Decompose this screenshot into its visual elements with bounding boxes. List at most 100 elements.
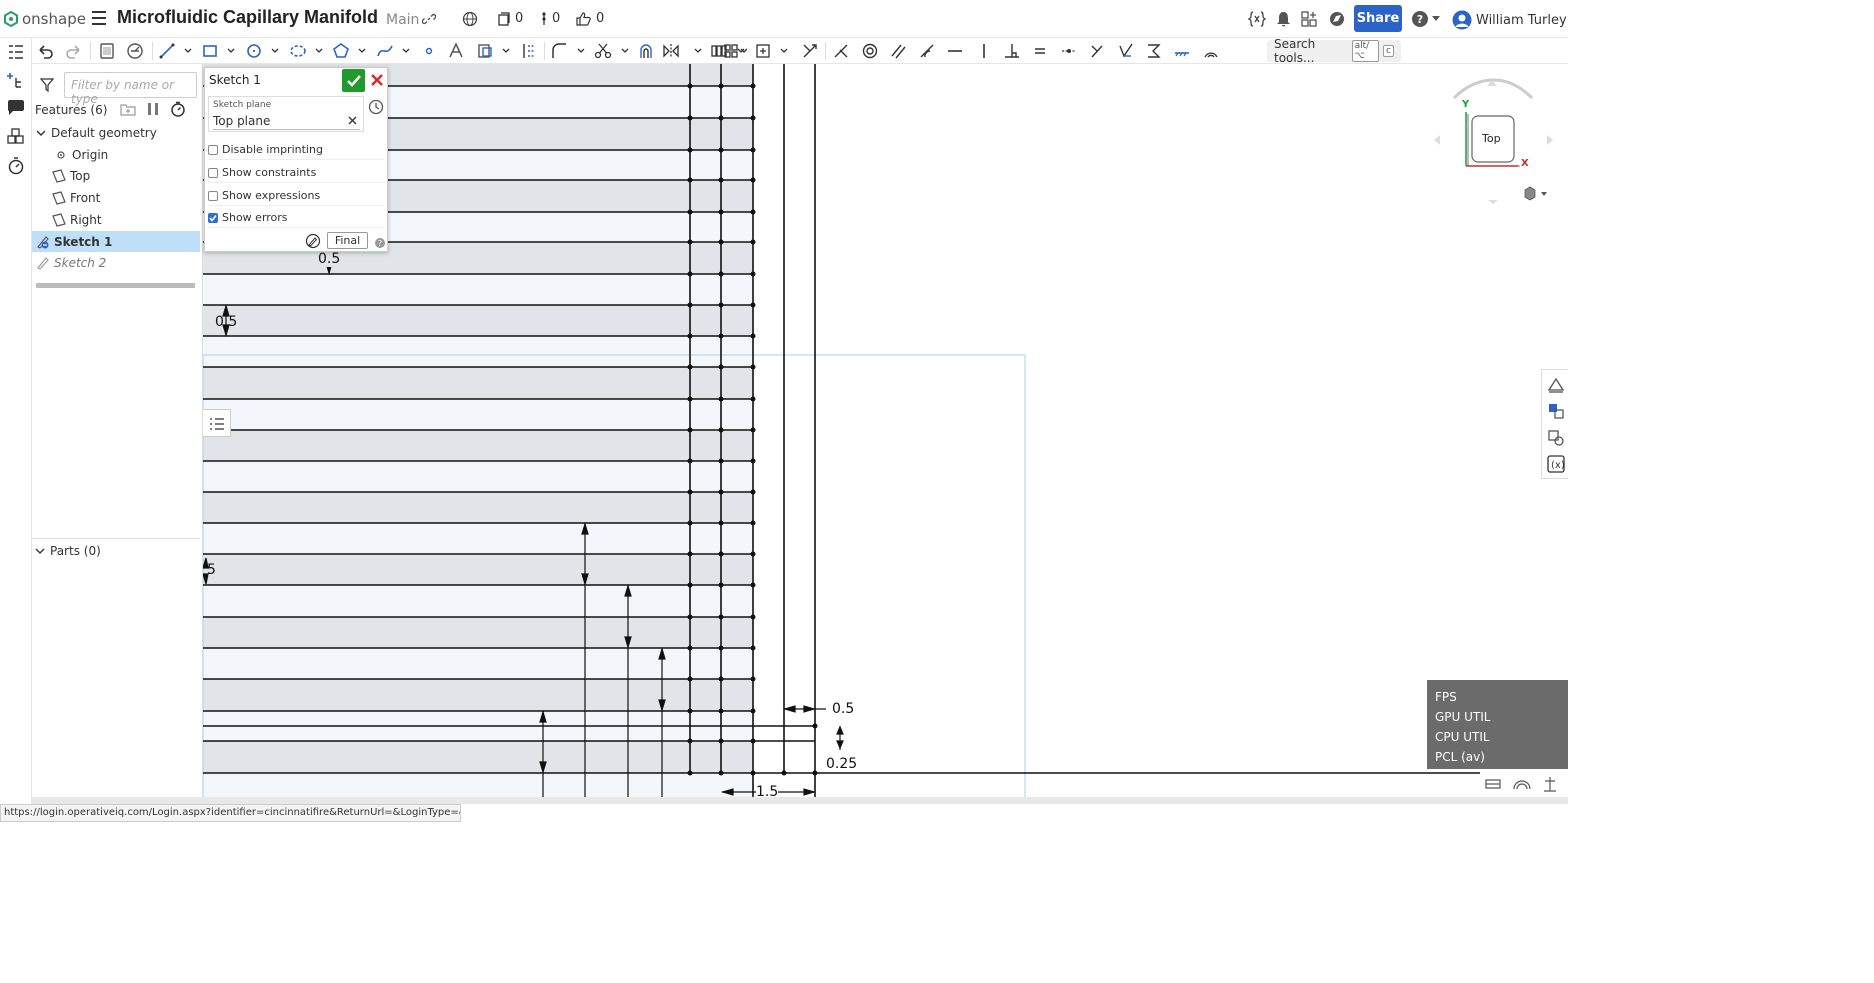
spline-tool-icon[interactable] <box>376 42 394 60</box>
redo-icon[interactable] <box>65 42 83 60</box>
sketch-settings-icon[interactable] <box>126 42 144 60</box>
chevron-down-icon[interactable] <box>694 48 702 54</box>
learning-center-icon[interactable] <box>1329 11 1345 27</box>
branch-label[interactable]: Main <box>386 12 419 28</box>
circular-pattern-icon[interactable] <box>722 42 740 60</box>
dialog-title[interactable]: Sketch 1 <box>209 73 261 87</box>
feature-list-icon[interactable] <box>6 42 26 62</box>
chevron-down-icon[interactable] <box>402 48 410 54</box>
help-icon[interactable]: ? <box>375 238 385 248</box>
notifications-bell-icon[interactable] <box>1276 11 1291 27</box>
dimension-label[interactable]: 0.5 <box>318 251 341 267</box>
chevron-down-icon[interactable] <box>621 48 629 54</box>
chevron-down-icon[interactable] <box>227 48 235 54</box>
concentric-icon[interactable] <box>861 42 879 60</box>
clear-selection-icon[interactable] <box>348 116 357 125</box>
search-tools-button[interactable]: Search tools... alt/⌥ c <box>1267 37 1401 65</box>
branches-counter[interactable]: 0 <box>540 11 560 26</box>
final-preview-icon[interactable] <box>305 233 321 249</box>
appearance-icon[interactable] <box>1547 376 1565 394</box>
configurations-icon[interactable] <box>1547 402 1565 420</box>
app-store-icon[interactable] <box>1301 11 1318 27</box>
user-menu[interactable]: William Turley <box>1452 10 1567 30</box>
filter-icon[interactable] <box>40 78 54 92</box>
tree-scrollbar[interactable] <box>36 283 195 288</box>
onshape-logo[interactable]: onshape <box>4 9 86 29</box>
tree-item-sketch-2[interactable]: Sketch 2 <box>32 252 200 273</box>
dimension-label[interactable]: 0.25 <box>826 756 857 772</box>
fix-icon[interactable] <box>1173 42 1191 60</box>
help-icon[interactable]: ? <box>1412 11 1428 27</box>
show-errors-option[interactable]: Show errors <box>208 208 384 228</box>
graphics-canvas[interactable]: 0.5 0.5 5 0.5 0.25 1.5 <box>203 64 1568 804</box>
parts-section-header[interactable]: Parts (0) <box>35 544 101 558</box>
vertical-icon[interactable] <box>975 42 993 60</box>
dimension-label[interactable]: 0.5 <box>215 314 237 330</box>
rectangle-tool-icon[interactable] <box>201 42 219 60</box>
tree-item-right[interactable]: Right <box>32 209 200 230</box>
insert-dxf-icon[interactable] <box>476 42 494 60</box>
final-button[interactable]: Final <box>327 232 368 249</box>
chevron-down-icon[interactable] <box>358 48 366 54</box>
sketch-geometry[interactable] <box>203 64 1568 804</box>
trim-tool-icon[interactable] <box>594 42 612 60</box>
use-tool-icon[interactable] <box>801 42 819 60</box>
filter-input[interactable]: Filter by name or type <box>64 72 197 106</box>
menu-icon[interactable] <box>92 11 106 25</box>
close-icon[interactable] <box>369 72 385 88</box>
view-cube-face-label[interactable]: Top <box>1482 132 1501 145</box>
tree-item-origin[interactable]: Origin <box>32 144 200 165</box>
equal-icon[interactable] <box>1031 42 1049 60</box>
point-tool-icon[interactable] <box>420 42 438 60</box>
measure-icon[interactable] <box>1513 777 1531 791</box>
default-geometry-folder[interactable]: Default geometry <box>32 122 200 143</box>
mirror-tool-icon[interactable] <box>662 42 680 60</box>
globe-icon[interactable] <box>462 11 478 27</box>
link-icon[interactable] <box>422 12 436 26</box>
tree-item-top[interactable]: Top <box>32 165 200 186</box>
variables-table-icon[interactable]: (x) <box>1547 455 1565 473</box>
view-options-icon[interactable] <box>1521 186 1551 202</box>
show-constraints-option[interactable]: Show constraints <box>208 163 384 183</box>
checkbox[interactable] <box>208 190 218 201</box>
sketch-plane-field[interactable]: Sketch plane Top plane <box>208 96 364 132</box>
dimension-label[interactable]: 0.5 <box>832 701 854 717</box>
circle-tool-icon[interactable] <box>245 42 263 60</box>
curvature-icon[interactable] <box>1202 42 1220 60</box>
parallel-icon[interactable] <box>889 42 907 60</box>
show-expressions-option[interactable]: Show expressions <box>208 186 384 206</box>
chevron-down-icon[interactable] <box>502 48 510 54</box>
mass-properties-icon[interactable] <box>1542 776 1558 792</box>
pierce-icon[interactable] <box>1117 42 1135 60</box>
coincident-icon[interactable] <box>832 42 850 60</box>
document-title[interactable]: Microfluidic Capillary Manifold <box>117 7 378 28</box>
dimension-label[interactable]: 5 <box>207 562 216 578</box>
midpoint-icon[interactable] <box>1060 42 1078 60</box>
chevron-down-icon[interactable] <box>577 48 585 54</box>
copy-paste-icon[interactable] <box>98 42 116 60</box>
parts-studio-icon[interactable] <box>6 127 26 147</box>
share-button[interactable]: Share <box>1354 5 1402 32</box>
chevron-down-icon[interactable] <box>315 48 323 54</box>
section-view-icon[interactable] <box>1485 777 1501 791</box>
line-tool-icon[interactable] <box>158 42 176 60</box>
variable-icon[interactable] <box>1248 11 1266 27</box>
tangent-icon[interactable] <box>918 42 936 60</box>
chevron-down-icon[interactable] <box>184 48 192 54</box>
arc-tool-icon[interactable] <box>289 42 307 60</box>
perpendicular-icon[interactable] <box>1003 42 1021 60</box>
view-cube[interactable]: Top Y X <box>1432 76 1557 206</box>
accept-button[interactable] <box>342 69 365 92</box>
chevron-down-icon[interactable] <box>740 48 748 54</box>
symmetric-icon[interactable] <box>1145 42 1163 60</box>
chevron-down-icon[interactable] <box>1432 16 1440 22</box>
tree-item-front[interactable]: Front <box>32 187 200 208</box>
disable-imprinting-option[interactable]: Disable imprinting <box>208 140 384 160</box>
history-timer-icon[interactable] <box>6 156 26 176</box>
likes-counter[interactable]: 0 <box>576 11 604 26</box>
transform-icon[interactable] <box>754 42 772 60</box>
fillet-tool-icon[interactable] <box>550 42 568 60</box>
chevron-down-icon[interactable] <box>780 48 788 54</box>
polygon-tool-icon[interactable] <box>332 42 350 60</box>
checkbox[interactable] <box>208 167 218 178</box>
